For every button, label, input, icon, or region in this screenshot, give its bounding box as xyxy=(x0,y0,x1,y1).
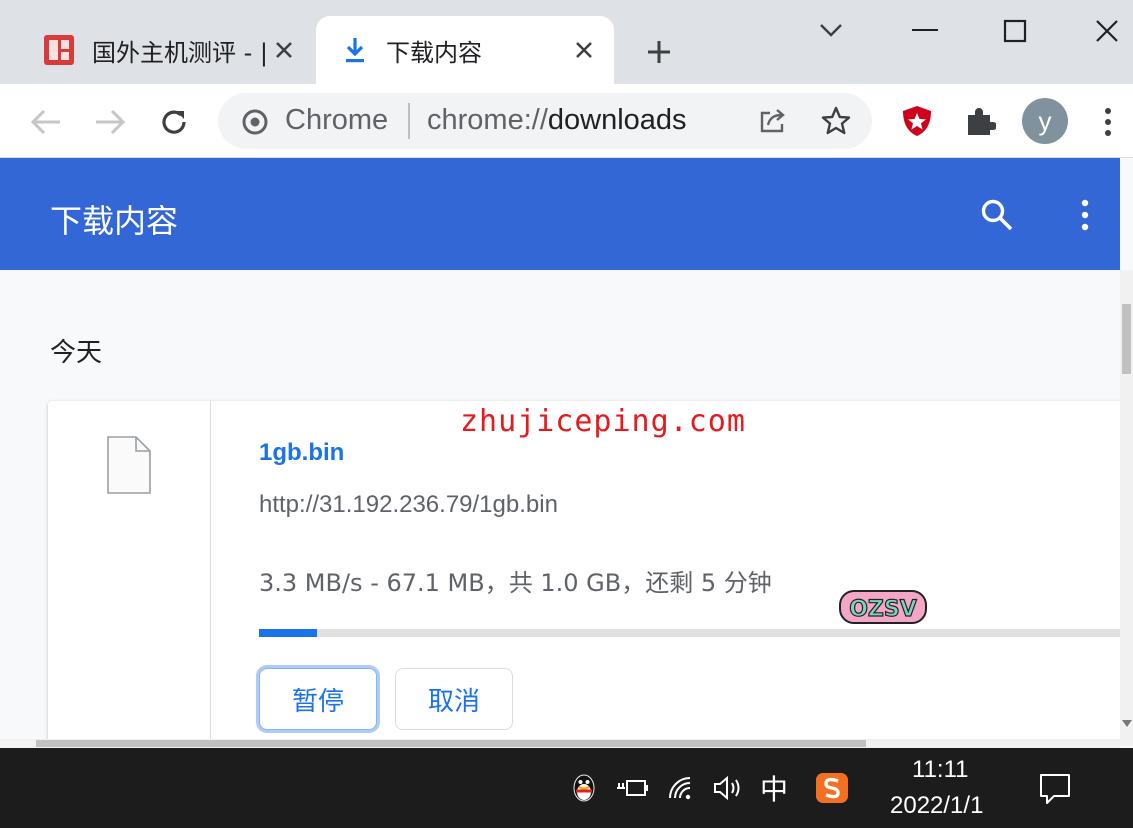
bookmark-star-icon[interactable] xyxy=(821,106,851,136)
profile-avatar[interactable]: y xyxy=(1022,98,1068,144)
browser-toolbar: Chrome chrome://downloads y xyxy=(0,84,1133,158)
reload-button[interactable] xyxy=(154,102,194,142)
tab-zhujiceping[interactable]: 国外主机测评 - | xyxy=(24,16,314,84)
tab-search-chevron-icon[interactable] xyxy=(818,20,844,40)
wifi-icon xyxy=(669,777,691,800)
volume-tray-item[interactable] xyxy=(710,770,746,806)
window-close-icon[interactable] xyxy=(1094,18,1120,44)
power-tray-item[interactable] xyxy=(614,770,650,806)
site-favicon-icon xyxy=(44,35,74,65)
speaker-icon xyxy=(714,775,740,801)
download-icon xyxy=(346,38,364,63)
vertical-scroll-thumb[interactable] xyxy=(1122,304,1131,374)
date-section-heading: 今天 xyxy=(50,338,103,368)
tab-strip: 国外主机测评 - | 下载内容 xyxy=(0,0,1133,84)
minimize-icon[interactable] xyxy=(910,20,940,40)
new-tab-icon[interactable] xyxy=(645,38,673,66)
downloads-header: 下载内容 xyxy=(0,158,1120,270)
url-path: downloads xyxy=(547,104,687,136)
horizontal-scrollbar[interactable] xyxy=(0,739,1120,748)
chrome-logo-icon xyxy=(242,109,268,135)
download-status-text: 3.3 MB/s - 67.1 MB，共 1.0 GB，还剩 5 分钟 xyxy=(259,569,772,597)
download-progress-bar xyxy=(259,629,1120,637)
close-icon[interactable] xyxy=(272,38,296,62)
file-source-url[interactable]: http://31.192.236.79/1gb.bin xyxy=(259,491,558,519)
sogou-logo-icon xyxy=(816,773,848,803)
omnibox[interactable]: Chrome chrome://downloads xyxy=(218,93,872,149)
tab-title: 下载内容 xyxy=(386,38,482,67)
extensions-puzzle-icon[interactable] xyxy=(964,105,996,137)
forward-button[interactable] xyxy=(90,102,130,142)
ozsv-badge-text: OZSV xyxy=(849,597,917,622)
reload-icon xyxy=(162,110,186,134)
search-icon[interactable] xyxy=(980,198,1014,232)
battery-plug-icon xyxy=(617,780,648,796)
scroll-down-arrow-icon[interactable] xyxy=(1122,718,1132,728)
tab-title: 国外主机测评 - | xyxy=(92,38,268,67)
sogou-tray-item[interactable] xyxy=(814,770,850,806)
file-icon xyxy=(107,436,151,494)
back-arrow-icon xyxy=(30,109,60,135)
forward-arrow-icon xyxy=(96,109,126,135)
ozsv-sticker-logo: OZSV xyxy=(838,587,928,627)
file-name-link[interactable]: 1gb.bin xyxy=(259,439,344,467)
downloads-content: 今天 1gb.bin http://31.192.236.79/1gb.bin … xyxy=(0,270,1120,746)
windows-taskbar: 中 11:11 2022/1/1 xyxy=(0,748,1133,828)
site-watermark: zhujiceping.com xyxy=(460,404,746,439)
ime-indicator[interactable]: 中 xyxy=(756,770,792,806)
close-icon[interactable] xyxy=(572,38,596,62)
clock-date[interactable]: 2022/1/1 xyxy=(890,792,983,820)
download-progress-fill xyxy=(259,629,318,637)
horizontal-scroll-thumb[interactable] xyxy=(36,740,866,747)
notification-center-icon[interactable] xyxy=(1038,772,1072,806)
pause-button[interactable]: 暂停 xyxy=(259,668,377,730)
wifi-tray-item[interactable] xyxy=(664,770,700,806)
vertical-scrollbar[interactable] xyxy=(1120,270,1133,746)
qq-penguin-icon xyxy=(573,774,595,802)
file-icon-column xyxy=(48,401,211,746)
tab-downloads[interactable]: 下载内容 xyxy=(316,16,614,84)
page-title: 下载内容 xyxy=(50,202,179,240)
back-button[interactable] xyxy=(26,102,66,142)
origin-label: Chrome xyxy=(285,104,389,136)
maximize-icon[interactable] xyxy=(1003,19,1027,43)
ozsv-sticker-graphic: OZSV xyxy=(839,590,927,624)
share-icon[interactable] xyxy=(758,107,788,135)
chrome-menu-icon[interactable] xyxy=(1100,106,1116,138)
download-item-card: 1gb.bin http://31.192.236.79/1gb.bin 3.3… xyxy=(48,401,1120,746)
qq-tray-item[interactable] xyxy=(566,770,602,806)
url-prefix: chrome:// xyxy=(427,104,548,136)
omnibox-divider xyxy=(408,103,410,139)
clock-time[interactable]: 11:11 xyxy=(912,756,969,784)
more-options-icon[interactable] xyxy=(1077,198,1093,232)
cancel-button[interactable]: 取消 xyxy=(395,668,513,730)
url-text: chrome://downloads xyxy=(427,104,687,137)
shield-extension-icon[interactable] xyxy=(900,104,934,138)
